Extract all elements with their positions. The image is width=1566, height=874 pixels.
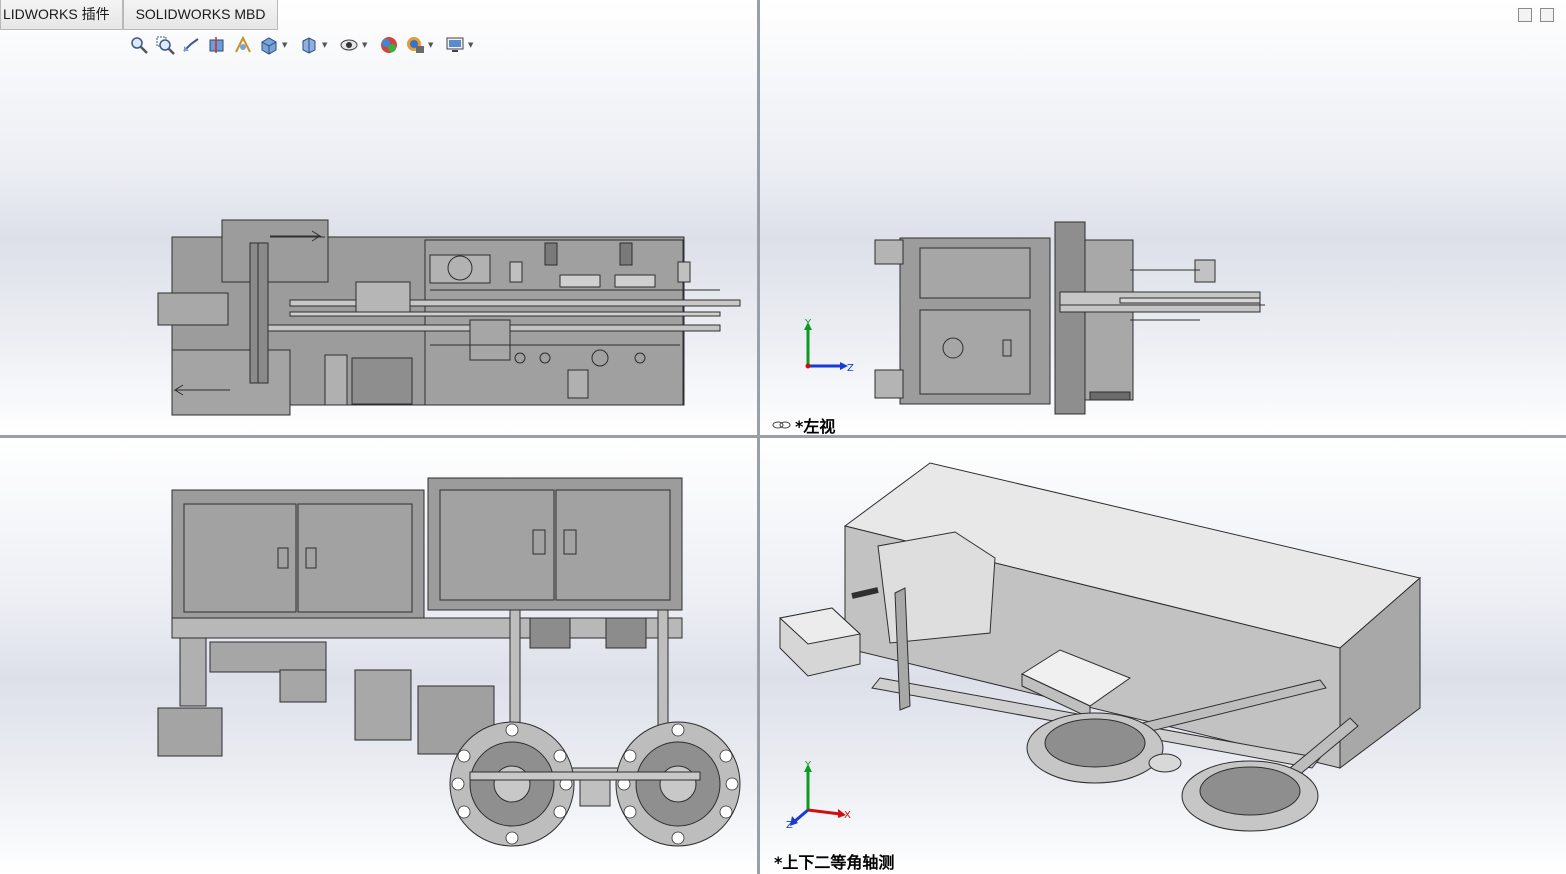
view-name-label: *上下二等角轴测: [774, 853, 895, 872]
rotary-table-back: [1181, 760, 1319, 832]
isometric-view-model: Y X Z: [778, 462, 1422, 832]
zoom-to-fit-icon[interactable]: [128, 34, 150, 56]
chevron-down-icon[interactable]: ▼: [468, 41, 474, 49]
display-style-icon[interactable]: [298, 34, 320, 56]
dynamic-annotation-icon[interactable]: [232, 34, 254, 56]
chevron-down-icon[interactable]: ▼: [428, 41, 434, 49]
heads-up-view-toolbar: ▼ ▼ ▼ ▼ ▼: [128, 34, 480, 56]
triad-x-label: X: [844, 810, 851, 821]
horizontal-viewport-splitter[interactable]: [0, 435, 1566, 438]
left-view-viewport[interactable]: Y Z *左视: [760, 0, 1566, 435]
view-settings-icon[interactable]: [444, 34, 466, 56]
rotary-table-left: [449, 721, 575, 847]
apply-scene-icon[interactable]: [404, 34, 426, 56]
zoom-area-icon[interactable]: [154, 34, 176, 56]
hide-show-items-icon[interactable]: [338, 34, 360, 56]
vertical-viewport-splitter[interactable]: [757, 0, 760, 874]
rotary-table-front: [1026, 712, 1164, 784]
rotary-table-right: [615, 721, 741, 847]
chevron-down-icon[interactable]: ▼: [362, 41, 368, 49]
chevron-down-icon[interactable]: ▼: [322, 41, 328, 49]
left-view-model: Y Z: [772, 221, 1265, 429]
section-view-icon[interactable]: [206, 34, 228, 56]
triad-z-label: Z: [847, 363, 854, 374]
edit-appearance-icon[interactable]: [378, 34, 400, 56]
top-view-model: [157, 477, 741, 847]
top-view-viewport[interactable]: [0, 438, 757, 874]
tab-solidworks-addins[interactable]: LIDWORKS 插件: [0, 0, 123, 30]
triad-y-label: Y: [804, 760, 812, 771]
view-name-label: *左视: [795, 417, 836, 435]
tab-solidworks-mbd[interactable]: SOLIDWORKS MBD: [122, 0, 279, 30]
view-link-icon[interactable]: [772, 421, 791, 429]
command-manager-tabs: LIDWORKS 插件 SOLIDWORKS MBD: [0, 0, 279, 30]
front-view-viewport[interactable]: [0, 0, 757, 435]
reference-triad: [790, 764, 846, 826]
previous-view-icon[interactable]: [180, 34, 202, 56]
triad-z-label: Z: [786, 820, 793, 831]
triad-y-label: Y: [804, 318, 812, 329]
view-orientation-icon[interactable]: [258, 34, 280, 56]
front-view-model: [157, 219, 741, 416]
reference-triad: [804, 322, 848, 370]
isometric-view-viewport[interactable]: Y X Z *上下二等角轴测: [760, 438, 1566, 874]
chevron-down-icon[interactable]: ▼: [282, 41, 288, 49]
